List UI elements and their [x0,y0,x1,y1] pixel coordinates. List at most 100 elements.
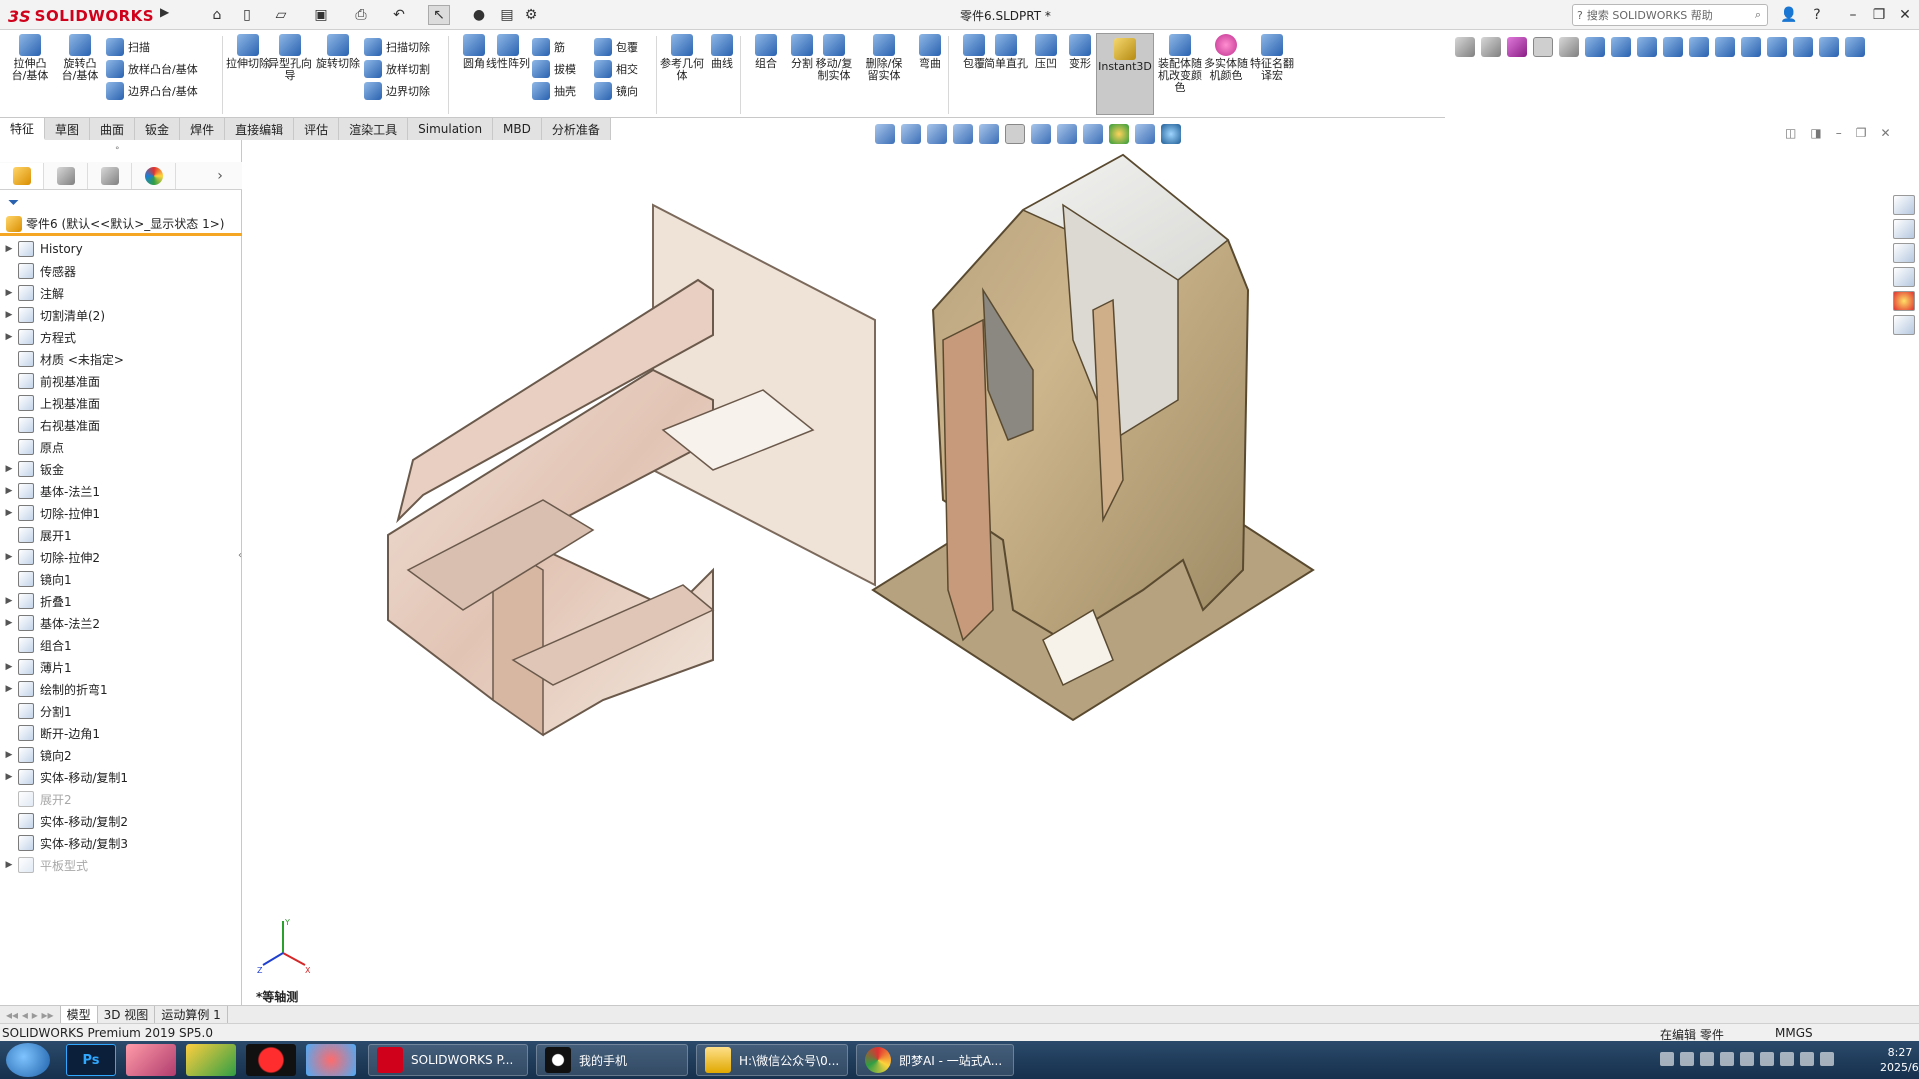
file-explorer-icon[interactable] [1893,243,1915,263]
viewport-close-icon[interactable]: ✕ [1880,126,1890,140]
mirror-button[interactable]: 镜向 [594,80,664,102]
linear-pattern-button[interactable]: 线性阵列 [486,34,530,114]
expand-arrow-icon[interactable]: ▶ [0,464,18,474]
revolve-cut-button[interactable]: 旋转切除 [316,34,360,114]
tab-motion-study[interactable]: 运动算例 1 [155,1005,228,1024]
tab-3d-views[interactable]: 3D 视图 [98,1005,156,1024]
filter-points-icon[interactable] [1793,37,1813,57]
dynamic-annotation-icon[interactable] [979,124,999,144]
rib-button[interactable]: 筋 [532,36,602,58]
open-document-icon[interactable]: ▱ [270,5,292,25]
taskbar-browser[interactable]: 即梦AI - 一站式A... [856,1044,1014,1076]
expand-arrow-icon[interactable]: ▶ [0,618,18,628]
pinned-app-icon[interactable] [126,1044,176,1076]
boundary-cut-button[interactable]: 边界切除 [364,80,454,102]
assembly-random-color-button[interactable]: 装配体随机改变颜色 [1158,34,1202,114]
lofted-cut-button[interactable]: 放样切割 [364,58,454,80]
recorder-icon[interactable] [246,1044,296,1076]
reference-geometry-button[interactable]: 参考几何体 [660,34,704,114]
delete-keep-body-button[interactable]: 删除/保留实体 [862,34,906,114]
appearances-icon[interactable] [1893,291,1915,311]
tree-item[interactable]: ▶ 绘制的折弯1 [0,678,242,700]
unit-system[interactable]: MMGS [1775,1026,1813,1040]
tab-simulation[interactable]: Simulation [408,118,494,140]
minimize-icon[interactable]: – [1842,5,1864,25]
tree-item[interactable]: 传感器 [0,260,242,282]
panel-expand-arrow-icon[interactable]: › [198,163,242,189]
tab-scroll-arrows-icon[interactable]: ◂◂ ◂ ▸ ▸▸ [0,1005,61,1024]
draft-button[interactable]: 拔模 [532,58,602,80]
previous-view-icon[interactable] [927,124,947,144]
hole-wizard-button[interactable]: 异型孔向导 [268,34,312,114]
tree-item[interactable]: 材质 <未指定> [0,348,242,370]
network-tray-icon[interactable] [1780,1052,1794,1066]
tree-root-part[interactable]: 零件6 (默认<<默认>_显示状态 1>) [0,214,242,236]
move-copy-body-button[interactable]: 移动/复制实体 [812,34,856,114]
zoom-to-fit-icon[interactable] [875,124,895,144]
tree-item[interactable]: ▶ 切割清单(2) [0,304,242,326]
tree-item[interactable]: 实体-移动/复制2 [0,810,242,832]
expand-arrow-icon[interactable]: ▶ [0,552,18,562]
left-part[interactable] [387,203,876,737]
simple-hole-button[interactable]: 简单直孔 [984,34,1028,114]
filter-surfaces-icon[interactable] [1663,37,1683,57]
tab-render-tools[interactable]: 渲染工具 [339,118,409,140]
tree-item[interactable]: 右视基准面 [0,414,242,436]
select-other-icon[interactable] [1559,37,1579,57]
filter-icon[interactable] [1455,37,1475,57]
tab-surfaces[interactable]: 曲面 [90,118,136,140]
pinned-app-3-icon[interactable] [306,1044,356,1076]
viewport-restore-icon[interactable]: ❐ [1856,126,1867,140]
viewport-minimize-icon[interactable]: – [1836,126,1842,140]
section-view-icon[interactable] [953,124,973,144]
tile-left-icon[interactable]: ◫ [1785,126,1796,140]
home-icon[interactable]: ⌂ [206,5,228,25]
propertymanager-tab[interactable] [44,162,88,189]
curves-button[interactable]: 曲线 [700,34,744,114]
tree-item[interactable]: 实体-移动/复制3 [0,832,242,854]
tree-item[interactable]: ▶ 平板型式 [0,854,242,876]
loft-boss-button[interactable]: 放样凸台/基体 [106,58,216,80]
new-document-icon[interactable]: ▯ [236,5,258,25]
photoshop-icon[interactable]: Ps [66,1044,116,1076]
tab-evaluate[interactable]: 评估 [294,118,340,140]
tree-item[interactable]: 前视基准面 [0,370,242,392]
filter-faces-icon[interactable] [1637,37,1657,57]
action-center-tray-icon[interactable] [1820,1052,1834,1066]
close-icon[interactable]: ✕ [1894,5,1916,25]
filter-clear-icon[interactable] [1507,37,1527,57]
filter-sketch-icon[interactable] [1767,37,1787,57]
tree-item[interactable]: 组合1 [0,634,242,656]
filter-toggle-icon[interactable] [1481,37,1501,57]
expand-arrow-icon[interactable]: ▶ [0,860,18,870]
select-icon[interactable] [1533,37,1553,57]
feature-name-translate-button[interactable]: 特征名翻译宏 [1250,34,1294,114]
sweep-button[interactable]: 扫描 [106,36,216,58]
tree-item[interactable]: 上视基准面 [0,392,242,414]
volume-tray-icon[interactable] [1800,1052,1814,1066]
graphics-area[interactable] [243,140,1919,1005]
extrude-boss-button[interactable]: 拉伸凸台/基体 [8,34,52,114]
taskbar-solidworks[interactable]: SOLIDWORKS P... [368,1044,528,1076]
security-tray-icon[interactable] [1740,1052,1754,1066]
filter-edges-icon[interactable] [1611,37,1631,57]
filter-planes-icon[interactable] [1741,37,1761,57]
expand-arrow-icon[interactable]: ▶ [0,310,18,320]
search-icon[interactable]: ⌕ [1755,8,1761,22]
design-library-icon[interactable] [1893,219,1915,239]
tree-item[interactable]: ▶ 切除-拉伸1 [0,502,242,524]
help-menu-icon[interactable]: ? [1806,5,1828,25]
expand-arrow-icon[interactable]: ▶ [0,750,18,760]
printer-tray-icon[interactable] [1660,1052,1674,1066]
tree-item[interactable]: 原点 [0,436,242,458]
undo-icon[interactable]: ↶ [388,5,410,25]
select-arrow-icon[interactable]: ↖ [428,5,450,25]
expand-arrow-icon[interactable]: ▶ [0,684,18,694]
tree-item[interactable]: 镜向1 [0,568,242,590]
options-gear-icon[interactable]: ⚙ [520,5,542,25]
tree-item[interactable]: ▶ 实体-移动/复制1 [0,766,242,788]
tree-item[interactable]: ▶ 钣金 [0,458,242,480]
multibody-random-color-button[interactable]: 多实体随机颜色 [1204,34,1248,114]
boundary-boss-button[interactable]: 边界凸台/基体 [106,80,216,102]
extrude-cut-button[interactable]: 拉伸切除 [226,34,270,114]
